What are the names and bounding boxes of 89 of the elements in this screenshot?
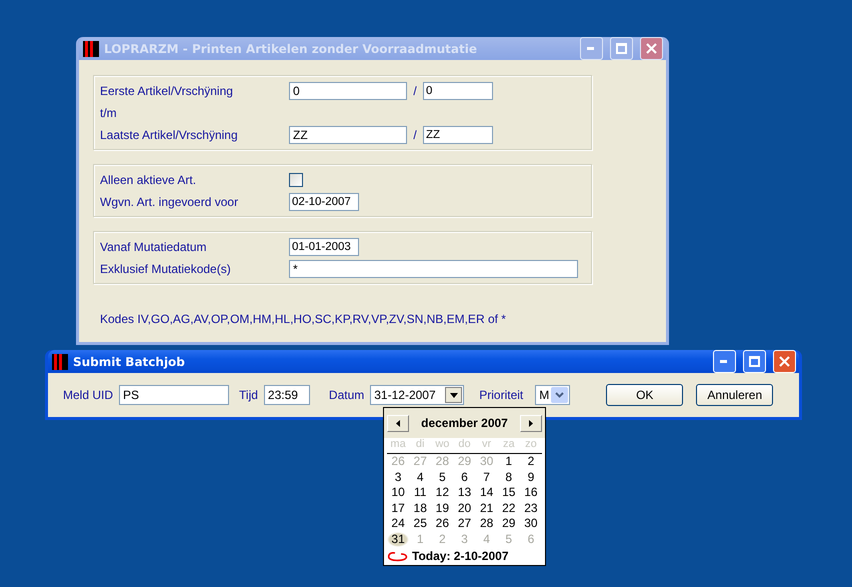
maximize-icon <box>749 356 760 367</box>
field-label: Datum <box>328 388 364 402</box>
calendar-day[interactable]: 1 <box>498 454 520 470</box>
close-icon <box>779 356 790 367</box>
cancel-button[interactable]: Annuleren <box>696 384 774 406</box>
app-logo-icon <box>83 40 99 56</box>
calendar-day[interactable]: 22 <box>498 500 520 516</box>
calendar-day[interactable]: 13 <box>453 485 476 500</box>
priority-dropdown[interactable]: M <box>535 385 570 405</box>
field-label: Laatste Artikel/Vrschÿning <box>100 128 239 142</box>
calendar-day[interactable]: 28 <box>476 516 498 532</box>
calendar-day[interactable]: 2 <box>520 454 542 470</box>
maximize-icon <box>616 43 627 54</box>
checkbox[interactable] <box>289 173 303 187</box>
separator-text: / <box>412 128 418 142</box>
calendar-day[interactable]: 10 <box>387 485 410 500</box>
calendar-day[interactable]: 4 <box>409 470 432 485</box>
today-link[interactable]: Today: 2-10-2007 <box>412 549 508 563</box>
field-label: t/m <box>100 106 118 120</box>
dropdown-arrow-icon <box>450 392 458 398</box>
calendar-day[interactable]: 7 <box>476 470 498 485</box>
calendar-day[interactable]: 16 <box>520 485 542 500</box>
time-field[interactable]: 23:59 <box>264 385 310 405</box>
calendar-day[interactable]: 14 <box>476 485 498 500</box>
maximize-button[interactable] <box>610 37 633 60</box>
calendar-day[interactable]: 24 <box>387 516 410 532</box>
input-field[interactable]: ZZ <box>289 126 407 144</box>
calendar-day[interactable]: 19 <box>431 500 454 516</box>
weekday-label: do <box>453 438 476 454</box>
calendar-day[interactable]: 23 <box>520 500 542 516</box>
minimize-button[interactable] <box>580 37 603 60</box>
input-field[interactable]: 0 <box>423 82 493 100</box>
calendar-day[interactable]: 26 <box>431 516 454 532</box>
calendar-day[interactable]: 21 <box>476 500 498 516</box>
previous-month-button[interactable] <box>387 414 409 432</box>
calendar-day[interactable]: 6 <box>453 470 476 485</box>
close-button[interactable] <box>640 37 663 60</box>
input-field[interactable]: * <box>289 260 578 278</box>
today-icon <box>387 550 409 562</box>
weekday-label: wo <box>431 438 454 454</box>
minimize-icon <box>720 360 729 363</box>
date-field[interactable]: 02-10-2007 <box>289 193 359 211</box>
date-field[interactable]: 01-01-2003 <box>289 238 359 256</box>
calendar-day[interactable]: 12 <box>431 485 454 500</box>
calendar-day[interactable]: 11 <box>409 485 432 500</box>
dropdown-value: M <box>539 388 550 402</box>
date-dropdown[interactable]: 31-12-2007 <box>370 385 464 405</box>
window-title: LOPRARZM - Printen Artikelen zonder Voorraadmutatie <box>104 42 478 56</box>
calendar-day[interactable]: 5 <box>431 470 454 485</box>
left-arrow-icon <box>396 420 400 426</box>
field-label: Eerste Artikel/Vrschÿning <box>100 84 234 98</box>
dropdown-value: 31-12-2007 <box>374 388 436 402</box>
weekday-label: di <box>409 438 432 454</box>
weekday-label: vr <box>476 438 498 454</box>
input-field[interactable]: 0 <box>289 82 407 100</box>
month-title: december 2007 <box>421 416 508 430</box>
weekday-label: ma <box>387 438 410 454</box>
calendar-day[interactable]: 29 <box>498 516 520 532</box>
calendar-day[interactable]: 3 <box>387 470 410 485</box>
field-label: Meld UID <box>63 388 114 402</box>
ok-button[interactable]: OK <box>606 384 684 406</box>
weekday-label: za <box>498 438 520 454</box>
calendar-day[interactable]: 27 <box>453 516 476 532</box>
calendar-day[interactable]: 18 <box>409 500 432 516</box>
calendar-day[interactable]: 20 <box>453 500 476 516</box>
calendar-day[interactable]: 30 <box>520 516 542 532</box>
field-label: Exklusief Mutatiekode(s) <box>100 262 232 276</box>
input-field[interactable]: PS <box>119 385 230 405</box>
minimize-icon <box>587 47 596 50</box>
app-logo-icon <box>52 354 68 370</box>
calendar-day[interactable]: 15 <box>498 485 520 500</box>
weekday-label: zo <box>520 438 542 454</box>
calendar-day[interactable]: 31 <box>387 532 410 547</box>
calendar-day[interactable]: 8 <box>498 470 520 485</box>
field-label: Tijd <box>239 388 258 402</box>
close-icon <box>646 43 657 54</box>
field-label: Wgvn. Art. ingevoerd voor <box>100 195 240 209</box>
calendar-day[interactable]: 9 <box>520 470 542 485</box>
calendar-day[interactable]: 17 <box>387 500 410 516</box>
calendar-day[interactable]: 25 <box>409 516 432 532</box>
input-field[interactable]: ZZ <box>423 126 493 144</box>
field-label: Alleen aktieve Art. <box>100 173 198 187</box>
field-label: Vanaf Mutatiedatum <box>100 240 208 254</box>
window-title: Submit Batchjob <box>73 354 186 368</box>
next-month-button[interactable] <box>520 414 542 432</box>
right-arrow-icon <box>528 420 533 426</box>
separator-text: / <box>412 84 418 98</box>
codes-note: Kodes IV,GO,AG,AV,OP,OM,HM,HL,HO,SC,KP,RV,VP,ZV,SN,NB,EM,ER of * <box>99 312 507 326</box>
field-label: Prioriteit <box>479 388 524 402</box>
